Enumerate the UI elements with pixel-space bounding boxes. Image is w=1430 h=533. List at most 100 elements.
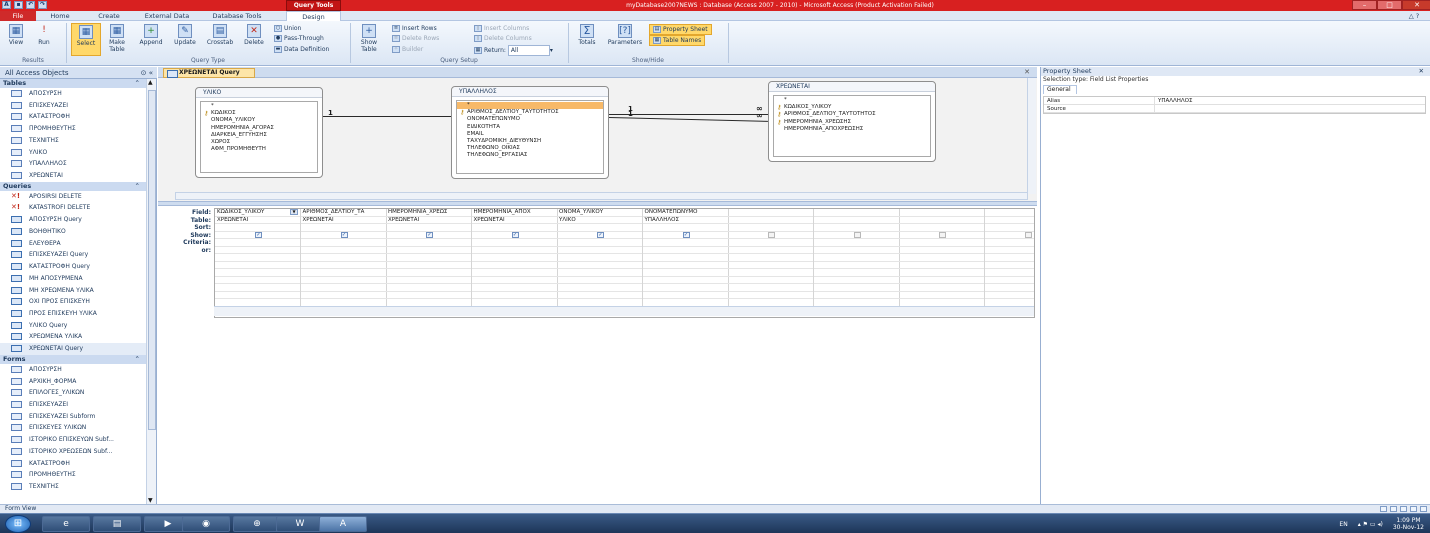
criteria-cell[interactable] [813,239,899,247]
show-checkbox[interactable]: ✓ [340,231,348,238]
property-row[interactable]: Alias ΥΠΑΛΛΗΛΟΣ [1044,97,1425,105]
tab-general[interactable]: General [1043,85,1077,94]
empty-cell[interactable] [984,269,1034,277]
table-cell[interactable] [984,217,1034,224]
empty-cell[interactable] [642,277,728,284]
empty-cell[interactable] [471,254,557,262]
table-cell[interactable]: ΥΛΙΚΟ [557,217,642,224]
nav-item[interactable]: ΕΛΕΥΘΕΡΑ [0,238,146,250]
empty-cell[interactable] [386,292,471,299]
field-item[interactable]: ΗΜΕΡΟΜΗΝΙΑ_ΑΠΟΧΡΕΩΣΗΣ [784,126,930,133]
clock[interactable]: 1:09 PM 30-Nov-12 [1393,517,1424,531]
field-item[interactable]: ΟΝΟΜΑΤΕΠΩΝΥΜΟ [467,116,603,123]
collapse-icon[interactable]: ⌃ [135,79,140,88]
field-cell[interactable] [728,209,813,217]
table-cell[interactable]: ΧΡΕΩΝΕΤΑΙ [471,217,557,224]
tab-file[interactable]: File [0,11,36,21]
empty-cell[interactable] [728,284,813,292]
return-value[interactable]: All [507,45,550,56]
close-button[interactable]: ✕ [1402,0,1430,10]
insert-columns-button[interactable]: ‖ Insert Columns [474,24,529,33]
empty-cell[interactable] [813,277,899,284]
empty-cell[interactable] [984,262,1034,269]
table-cell[interactable]: ΧΡΕΩΝΕΤΑΙ [215,217,300,224]
relationship-line[interactable] [323,116,451,117]
field-list-ypallilos[interactable]: ΥΠΑΛΛΗΛΟΣ * ⚷ ΑΡΙΘΜΟΣ_ΔΕΛΤΙΟΥ_ΤΑΥΤΟΤΗΤΟΣ ΟΝ… [451,86,609,179]
nav-section-header[interactable]: Forms ⌃ [0,354,146,364]
explorer-icon[interactable]: ▤ [93,516,141,532]
or-cell[interactable] [471,247,557,254]
empty-cell[interactable] [300,292,386,299]
chevron-down-icon[interactable]: ▼ [290,209,298,215]
sort-cell[interactable] [984,224,1034,232]
empty-cell[interactable] [899,277,984,284]
empty-cell[interactable] [557,262,642,269]
criteria-cell[interactable] [386,239,471,247]
empty-cell[interactable] [899,284,984,292]
empty-cell[interactable] [728,262,813,269]
save-icon[interactable]: ▪ [14,1,23,9]
or-cell[interactable] [813,247,899,254]
property-row[interactable]: Source [1044,105,1425,113]
empty-cell[interactable] [386,269,471,277]
field-item[interactable]: ΤΑΧΥΔΡΟΜΙΚΗ_ΔΙΕΥΘΥΝΣΗ [467,138,603,145]
empty-cell[interactable] [215,277,300,284]
empty-cell[interactable] [386,262,471,269]
nav-section-header[interactable]: Tables ⌃ [0,79,146,88]
grid-horizontal-scrollbar[interactable] [214,306,1034,316]
empty-cell[interactable] [728,277,813,284]
or-cell[interactable] [215,247,300,254]
sort-cell[interactable] [642,224,728,232]
builder-button[interactable]: ✧ Builder [392,45,423,54]
empty-cell[interactable] [813,284,899,292]
empty-cell[interactable] [557,277,642,284]
empty-cell[interactable] [984,284,1034,292]
nav-item[interactable]: ΙΣΤΟΡΙΚΟ ΧΡΕΩΣΕΩΝ Subf... [0,446,146,458]
show-table-button[interactable]: + Show Table [354,24,384,53]
sort-cell[interactable] [557,224,642,232]
table-cell[interactable]: ΧΡΕΩΝΕΤΑΙ [300,217,386,224]
show-checkbox[interactable]: ✓ [255,231,262,238]
nav-item[interactable]: ΧΡΕΩΜΕΝΑ ΥΛΙΚΑ [0,331,146,343]
sort-cell[interactable] [386,224,471,232]
crosstab-button[interactable]: ▤ Crosstab [201,24,239,46]
parameters-button[interactable]: [?] Parameters [603,24,647,46]
field-item[interactable]: ΗΜΕΡΟΜΗΝΙΑ_ΑΓΟΡΑΣ [211,125,317,132]
criteria-cell[interactable] [642,239,728,247]
field-list-yliko[interactable]: ΥΛΙΚΟ * ⚷ ΚΩΔΙΚΟΣ ΟΝΟΜΑ_ΥΛΙΚΟΥ ΗΜΕΡΟΜΗΝΙΑ_ΑΓ… [195,87,323,178]
field-item[interactable]: ΤΗΛΕΦΩΝΟ_ΕΡΓΑΣΙΑΣ [467,152,603,159]
nav-item[interactable]: ΑΡΧΙΚΗ_ΦΟΡΜΑ [0,376,146,388]
table-cell[interactable] [899,217,984,224]
tray-icons[interactable]: ▴ ⚑ ▭ ◂) [1358,521,1383,528]
access-logo-icon[interactable]: A [2,1,11,9]
field-item[interactable]: * [784,97,930,104]
design-view-icon[interactable] [1420,506,1427,512]
table-cell[interactable]: ΧΡΕΩΝΕΤΑΙ [386,217,471,224]
field-item[interactable]: ⚷ ΗΜΕΡΟΜΗΝΙΑ_ΧΡΕΩΣΗΣ [777,119,930,126]
tab-home[interactable]: Home [40,11,80,21]
or-cell[interactable] [300,247,386,254]
field-list-xreonetai[interactable]: ΧΡΕΩΝΕΤΑΙ * ⚷ ΚΩΔΙΚΟΣ_ΥΛΙΚΟΥ ⚷ ΑΡΙΘΜΟΣ_ΔΕΛΤΙ… [768,81,936,162]
table-cell[interactable] [728,217,813,224]
undo-icon[interactable]: ↶ [26,1,35,9]
criteria-cell[interactable] [215,239,300,247]
nav-item[interactable]: ΙΣΤΟΡΙΚΟ ΕΠΙΣΚΕΥΩΝ Subf... [0,434,146,446]
field-item[interactable]: ⚷ ΑΡΙΘΜΟΣ_ΔΕΛΤΙΟΥ_ΤΑΥΤΟΤΗΤΟΣ [460,109,603,116]
empty-cell[interactable] [557,254,642,262]
nav-item[interactable]: ΤΕΧΝΙΤΗΣ [0,135,146,147]
sort-cell[interactable] [728,224,813,232]
show-checkbox[interactable]: ✓ [597,231,604,238]
empty-cell[interactable] [728,269,813,277]
make-table-button[interactable]: ▦ Make Table [104,24,130,53]
empty-cell[interactable] [386,277,471,284]
nav-item[interactable]: ΕΠΙΣΚΕΥΕΣ ΥΛΙΚΩΝ [0,422,146,434]
field-item[interactable]: ΕΙΔΙΚΟΤΗΤΑ [467,124,603,131]
criteria-cell[interactable] [728,239,813,247]
view-button[interactable]: ▦ View [4,24,28,46]
show-checkbox[interactable] [768,231,775,238]
sort-cell[interactable] [215,224,300,232]
redo-icon[interactable]: ↷ [38,1,47,9]
criteria-cell[interactable] [899,239,984,247]
sort-cell[interactable] [813,224,899,232]
or-cell[interactable] [386,247,471,254]
